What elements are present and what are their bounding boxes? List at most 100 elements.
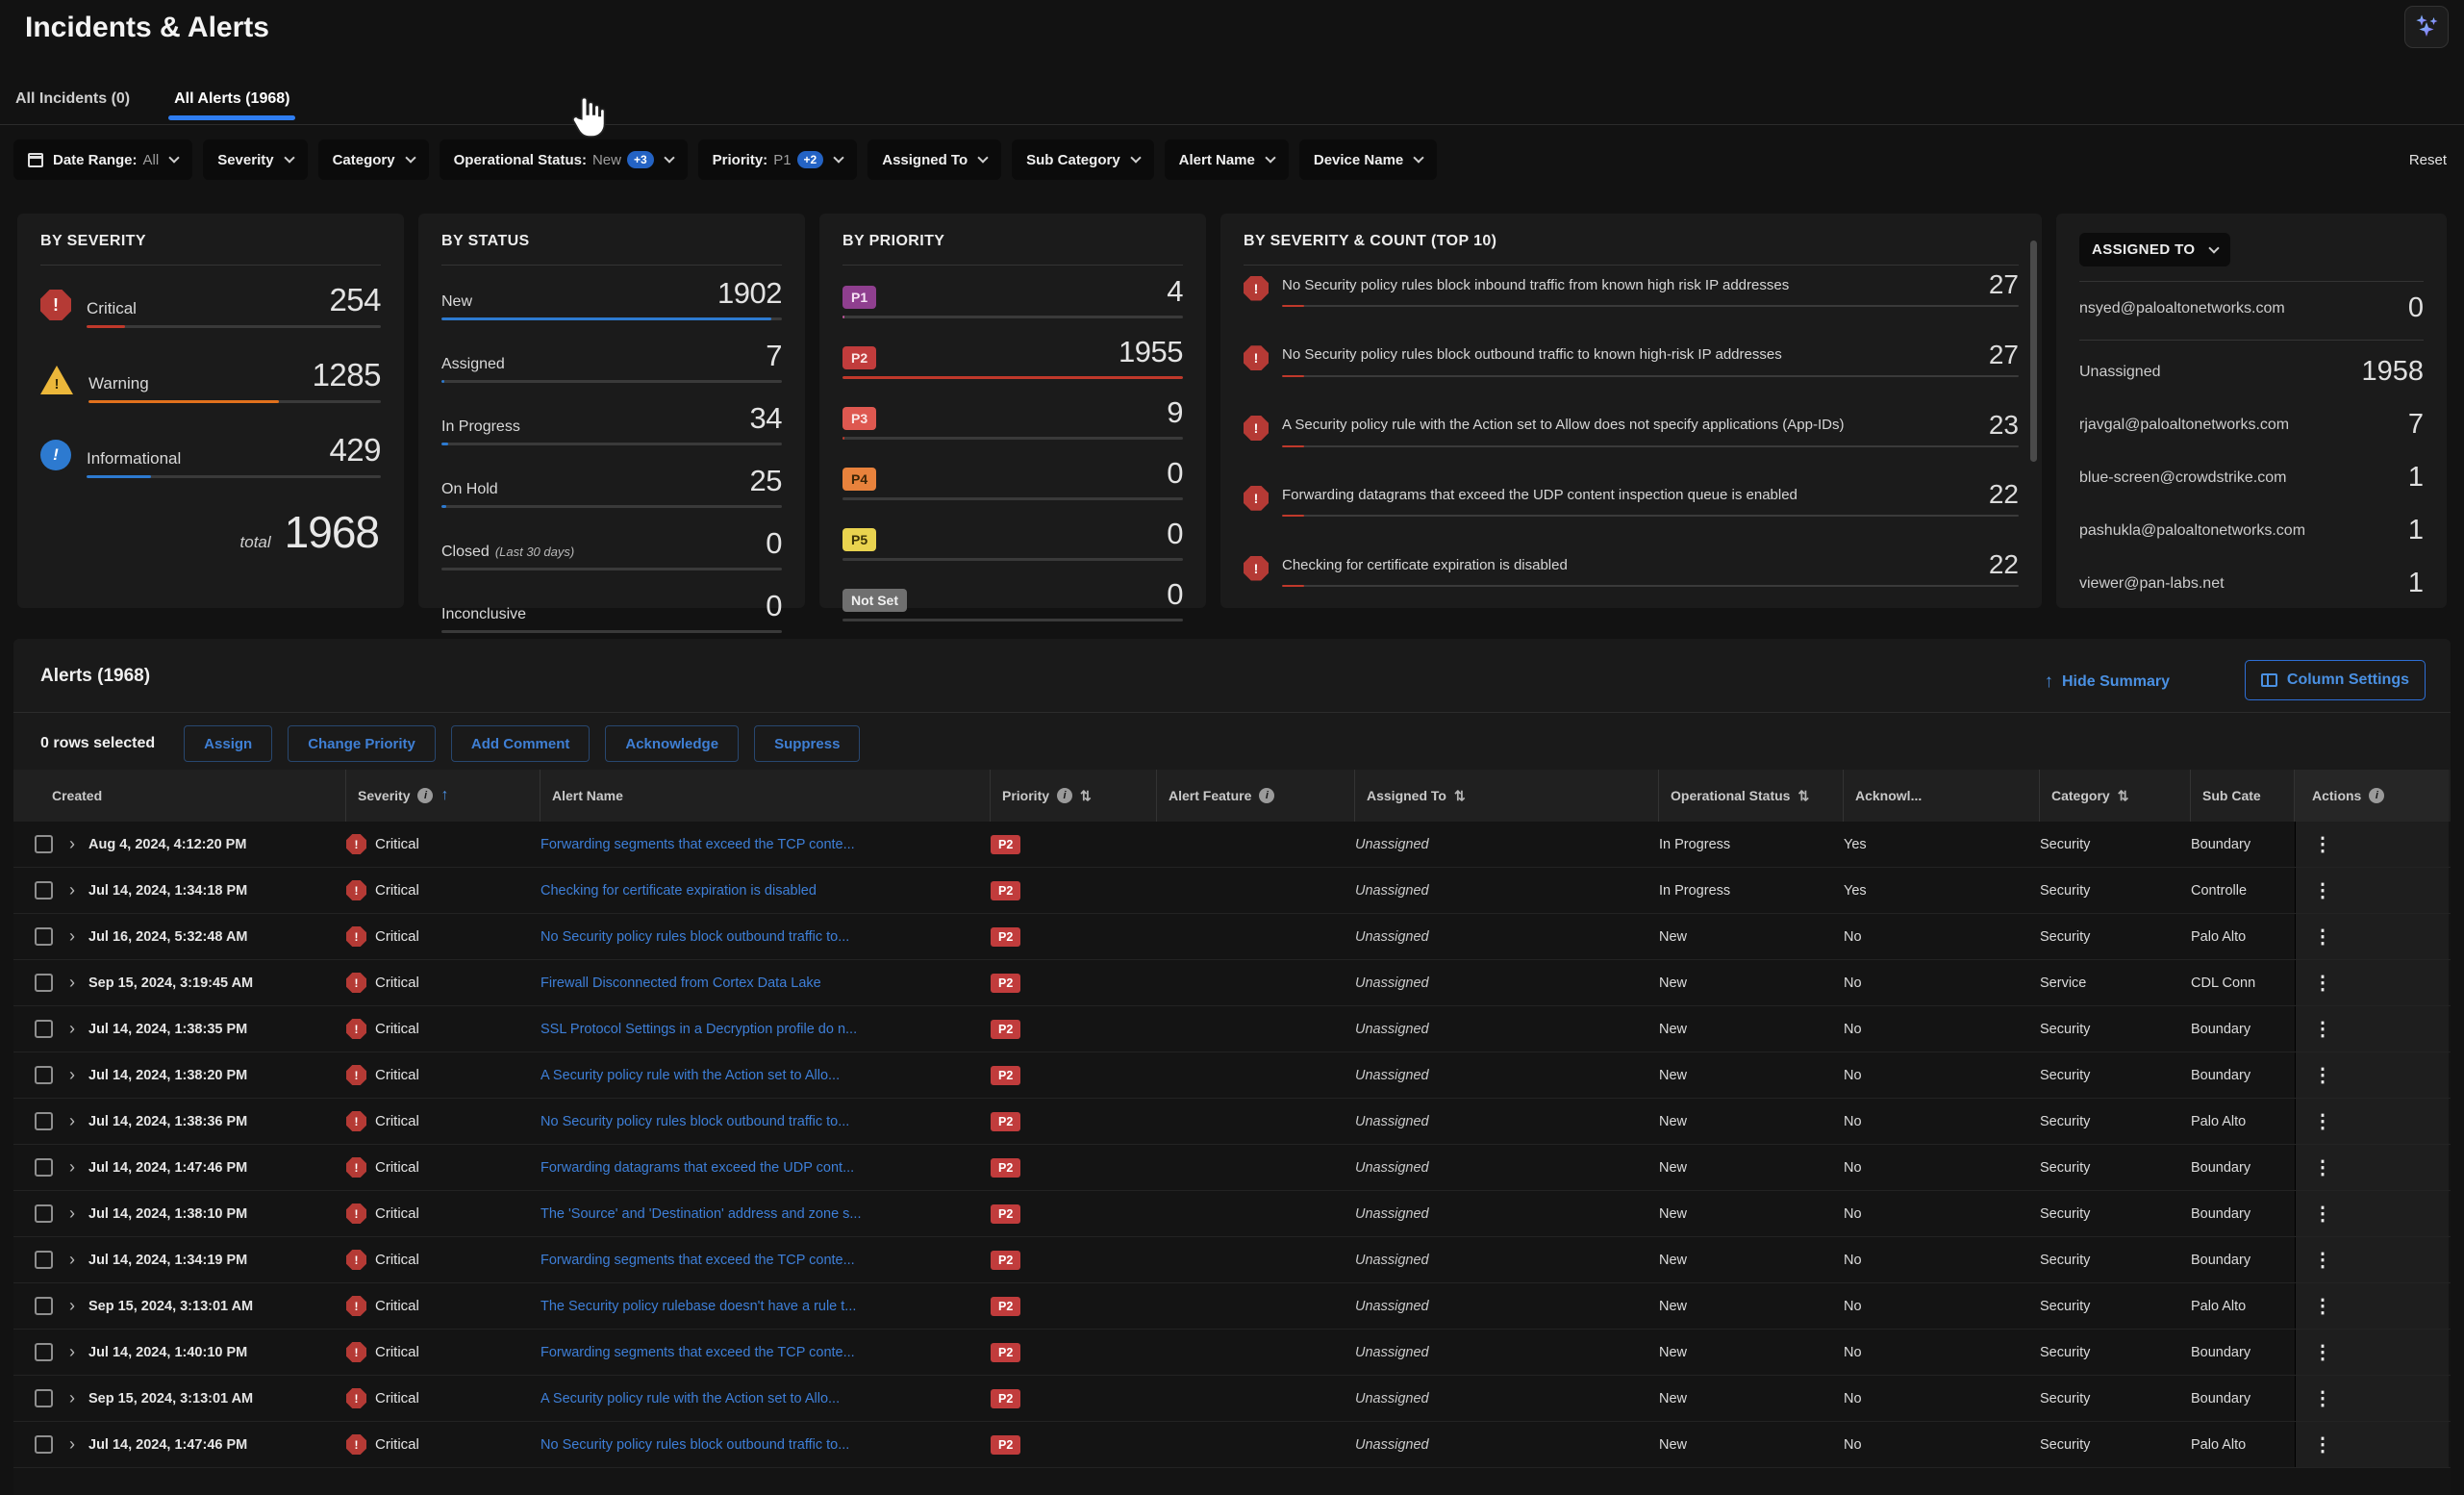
assignee-row[interactable]: viewer@pan-labs.net 1 (2079, 557, 2424, 610)
column-header-acknowledged[interactable]: Acknowl... (1844, 770, 2040, 822)
suppress-button[interactable]: Suppress (754, 725, 860, 762)
status-row[interactable]: Inconclusive 0 (441, 578, 782, 641)
sort-asc-icon[interactable]: ↑ (440, 787, 448, 804)
row-expand-chevron[interactable]: › (56, 960, 88, 1005)
column-header-priority[interactable]: Priorityi⇅ (991, 770, 1157, 822)
alert-name-link[interactable]: The Security policy rulebase doesn't hav… (541, 1299, 856, 1314)
info-icon[interactable]: i (417, 788, 433, 803)
row-actions-kebab[interactable]: ⋮ (2313, 1155, 2332, 1179)
acknowledge-button[interactable]: Acknowledge (605, 725, 739, 762)
status-row[interactable]: New 1902 (441, 266, 782, 328)
row-checkbox[interactable] (35, 1435, 53, 1454)
column-header-alert-feature[interactable]: Alert Featurei (1157, 770, 1355, 822)
status-row[interactable]: Assigned 7 (441, 328, 782, 391)
column-header-category[interactable]: Category⇅ (2040, 770, 2191, 822)
column-header-sub-category[interactable]: Sub Cate (2191, 770, 2295, 822)
row-expand-chevron[interactable]: › (56, 868, 88, 913)
alert-name-link[interactable]: Firewall Disconnected from Cortex Data L… (541, 976, 821, 991)
filter-date-range[interactable]: Date Range: All (13, 139, 192, 180)
sort-icon[interactable]: ⇅ (1454, 788, 1466, 804)
info-icon[interactable]: i (1057, 788, 1072, 803)
alert-name-link[interactable]: The 'Source' and 'Destination' address a… (541, 1206, 862, 1222)
tab-all-alerts[interactable]: All Alerts (1968) (174, 90, 289, 120)
assignee-row[interactable]: Unassigned 1958 (2079, 345, 2424, 398)
row-checkbox[interactable] (35, 835, 53, 853)
row-checkbox[interactable] (35, 1251, 53, 1269)
alert-name-link[interactable]: No Security policy rules block outbound … (541, 1114, 849, 1129)
priority-row[interactable]: P5 0 (842, 508, 1183, 569)
ai-copilot-button[interactable] (2404, 6, 2449, 48)
assignee-row[interactable]: rjavgal@paloaltonetworks.com 7 (2079, 398, 2424, 451)
severity-row[interactable]: ! Warning1285 (40, 341, 381, 416)
assignee-row[interactable]: nsyed@paloaltonetworks.com 0 (2079, 282, 2424, 341)
filter-device-name[interactable]: Device Name (1299, 139, 1437, 180)
sort-icon[interactable]: ⇅ (1080, 788, 1092, 804)
alert-name-link[interactable]: Checking for certificate expiration is d… (541, 883, 817, 899)
info-icon[interactable]: i (2369, 788, 2384, 803)
filter-category[interactable]: Category (318, 139, 429, 180)
top10-row[interactable]: ! A Security policy rule with the Action… (1244, 410, 2019, 447)
row-actions-kebab[interactable]: ⋮ (2313, 925, 2332, 949)
top10-row[interactable]: ! Forwarding datagrams that exceed the U… (1244, 479, 2019, 517)
filter-sub-category[interactable]: Sub Category (1012, 139, 1154, 180)
assignee-row[interactable]: blue-screen@crowdstrike.com 1 (2079, 451, 2424, 504)
row-checkbox[interactable] (35, 881, 53, 900)
row-checkbox[interactable] (35, 1066, 53, 1084)
filter-operational-status[interactable]: Operational Status: New +3 (440, 139, 688, 180)
sort-icon[interactable]: ⇅ (1798, 788, 1809, 804)
top10-row[interactable]: ! Checking for certificate expiration is… (1244, 549, 2019, 587)
row-checkbox[interactable] (35, 1297, 53, 1315)
top10-row[interactable]: ! No Security policy rules block inbound… (1244, 269, 2019, 307)
filter-priority[interactable]: Priority: P1 +2 (698, 139, 858, 180)
row-actions-kebab[interactable]: ⋮ (2313, 971, 2332, 995)
row-checkbox[interactable] (35, 1389, 53, 1407)
row-expand-chevron[interactable]: › (56, 1237, 88, 1282)
card-scrollbar[interactable] (2030, 241, 2037, 462)
status-row[interactable]: Closed(Last 30 days) 0 (441, 516, 782, 578)
row-expand-chevron[interactable]: › (56, 914, 88, 959)
row-checkbox[interactable] (35, 974, 53, 992)
priority-row[interactable]: P1 4 (842, 266, 1183, 326)
alert-name-link[interactable]: Forwarding segments that exceed the TCP … (541, 1345, 855, 1360)
priority-row[interactable]: P3 9 (842, 387, 1183, 447)
column-settings-button[interactable]: Column Settings (2245, 660, 2426, 700)
alert-name-link[interactable]: SSL Protocol Settings in a Decryption pr… (541, 1022, 857, 1037)
row-expand-chevron[interactable]: › (56, 822, 88, 867)
info-icon[interactable]: i (1259, 788, 1274, 803)
row-checkbox[interactable] (35, 1204, 53, 1223)
top10-row[interactable]: ! No Security policy rules block outboun… (1244, 340, 2019, 377)
severity-row[interactable]: ! Informational429 (40, 416, 381, 491)
row-actions-kebab[interactable]: ⋮ (2313, 1063, 2332, 1087)
reset-filters-button[interactable]: Reset (2409, 152, 2447, 168)
row-checkbox[interactable] (35, 1343, 53, 1361)
add-comment-button[interactable]: Add Comment (451, 725, 591, 762)
row-expand-chevron[interactable]: › (56, 1376, 88, 1421)
assignee-row[interactable]: pashukla@paloaltonetworks.com 1 (2079, 504, 2424, 557)
row-actions-kebab[interactable]: ⋮ (2313, 1386, 2332, 1410)
alert-name-link[interactable]: No Security policy rules block outbound … (541, 1437, 849, 1453)
row-actions-kebab[interactable]: ⋮ (2313, 1248, 2332, 1272)
row-expand-chevron[interactable]: › (56, 1422, 88, 1467)
column-header-alert-name[interactable]: Alert Name (541, 770, 991, 822)
alert-name-link[interactable]: Forwarding datagrams that exceed the UDP… (541, 1160, 854, 1176)
alert-name-link[interactable]: No Security policy rules block outbound … (541, 929, 849, 945)
row-expand-chevron[interactable]: › (56, 1330, 88, 1375)
priority-row[interactable]: P4 0 (842, 447, 1183, 508)
row-actions-kebab[interactable]: ⋮ (2313, 1432, 2332, 1457)
assigned-to-dropdown[interactable]: ASSIGNED TO (2079, 233, 2230, 266)
row-expand-chevron[interactable]: › (56, 1283, 88, 1329)
status-row[interactable]: On Hold 25 (441, 453, 782, 516)
severity-row[interactable]: ! Critical254 (40, 266, 381, 341)
row-expand-chevron[interactable]: › (56, 1099, 88, 1144)
row-checkbox[interactable] (35, 927, 53, 946)
row-actions-kebab[interactable]: ⋮ (2313, 1109, 2332, 1133)
row-actions-kebab[interactable]: ⋮ (2313, 832, 2332, 856)
row-expand-chevron[interactable]: › (56, 1191, 88, 1236)
row-actions-kebab[interactable]: ⋮ (2313, 1294, 2332, 1318)
filter-severity[interactable]: Severity (203, 139, 307, 180)
column-header-created[interactable]: Created (13, 770, 346, 822)
row-expand-chevron[interactable]: › (56, 1145, 88, 1190)
row-checkbox[interactable] (35, 1112, 53, 1130)
column-header-operational-status[interactable]: Operational Status⇅ (1659, 770, 1844, 822)
filter-assigned-to[interactable]: Assigned To (867, 139, 1001, 180)
